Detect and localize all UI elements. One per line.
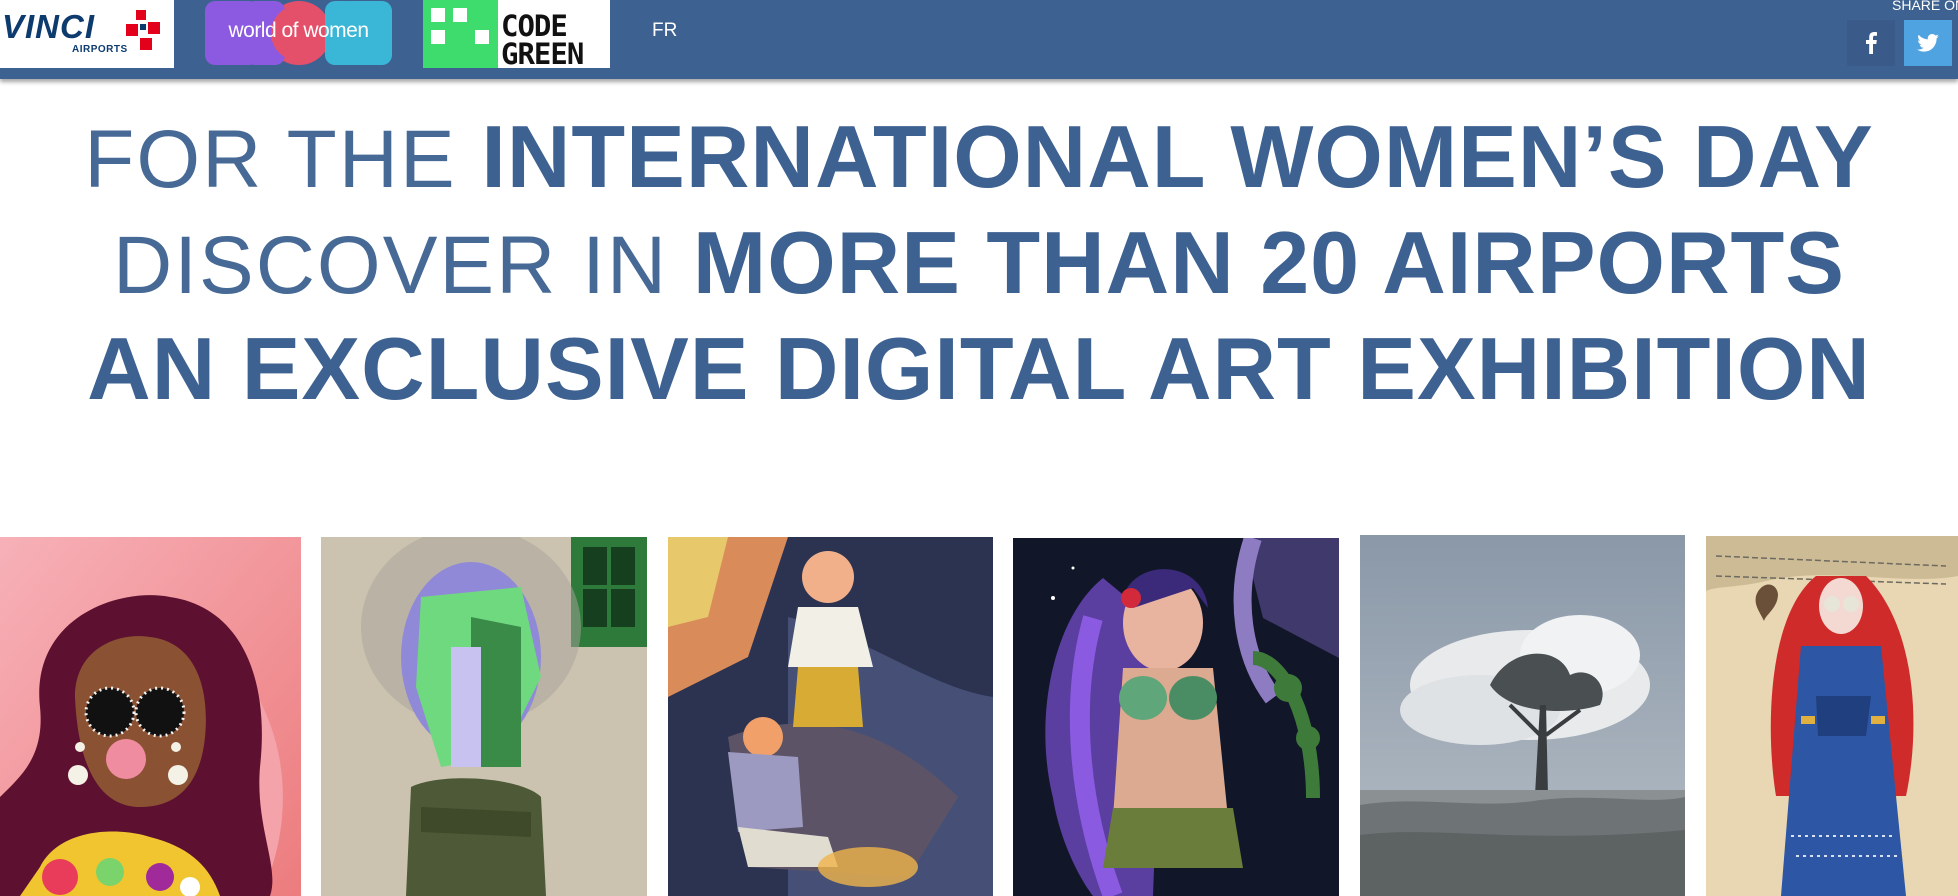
artwork-red-veil-woman-image bbox=[1706, 536, 1958, 896]
vinci-logo-word: VINCI bbox=[2, 8, 96, 45]
share-twitter-button[interactable] bbox=[1904, 20, 1952, 66]
artwork-card[interactable] bbox=[1360, 535, 1685, 896]
artwork-card[interactable] bbox=[1013, 538, 1339, 896]
artwork-tree-field-image bbox=[1360, 535, 1685, 896]
artwork-bubblegum-woman-image bbox=[0, 537, 301, 896]
artwork-green-sculpture-image bbox=[321, 537, 647, 896]
code-green-wordmark: CODE GREEN bbox=[501, 9, 584, 69]
share-label: SHARE ON bbox=[1892, 0, 1958, 13]
code-green-squares-icon bbox=[431, 8, 489, 44]
artwork-card[interactable] bbox=[668, 537, 993, 896]
artwork-purple-hair-woman-image bbox=[1013, 538, 1339, 896]
artwork-two-figures-image bbox=[668, 537, 993, 896]
headline-line-2-thin: DISCOVER IN bbox=[113, 220, 693, 311]
code-green-logo[interactable]: CODE GREEN bbox=[423, 0, 610, 68]
headline-line-2-bold: MORE THAN 20 AIRPORTS bbox=[692, 213, 1845, 312]
hero-headline: FOR THE INTERNATIONAL WOMEN’S DAY DISCOV… bbox=[0, 105, 1958, 420]
vinci-logo-sub: AIRPORTS bbox=[72, 44, 128, 55]
vinci-cross-icon bbox=[126, 10, 160, 50]
wow-logo-text: world of women bbox=[228, 19, 369, 42]
twitter-icon bbox=[1917, 34, 1939, 52]
headline-line-1-bold: INTERNATIONAL WOMEN’S DAY bbox=[481, 107, 1874, 206]
artwork-card[interactable] bbox=[321, 537, 647, 896]
headline-line-3: AN EXCLUSIVE DIGITAL ART EXHIBITION bbox=[0, 317, 1958, 420]
artwork-gallery bbox=[0, 535, 1958, 896]
artwork-card[interactable] bbox=[1706, 536, 1958, 896]
site-header: VINCI AIRPORTS world of women CODE GREEN… bbox=[0, 0, 1958, 79]
facebook-icon bbox=[1866, 32, 1877, 54]
share-facebook-button[interactable] bbox=[1847, 20, 1895, 66]
code-green-line2: GREEN bbox=[501, 37, 584, 69]
headline-line-1: FOR THE INTERNATIONAL WOMEN’S DAY bbox=[0, 105, 1958, 211]
headline-line-2: DISCOVER IN MORE THAN 20 AIRPORTS bbox=[0, 211, 1958, 317]
headline-line-3-bold: AN EXCLUSIVE DIGITAL ART EXHIBITION bbox=[87, 319, 1871, 418]
world-of-women-logo[interactable]: world of women bbox=[205, 1, 392, 65]
code-green-line1: CODE bbox=[501, 9, 568, 43]
headline-line-1-thin: FOR THE bbox=[84, 114, 482, 205]
artwork-card[interactable] bbox=[0, 537, 301, 896]
vinci-airports-logo[interactable]: VINCI AIRPORTS bbox=[0, 0, 174, 68]
code-green-mark bbox=[423, 0, 498, 68]
language-switch-fr[interactable]: FR bbox=[652, 20, 677, 42]
